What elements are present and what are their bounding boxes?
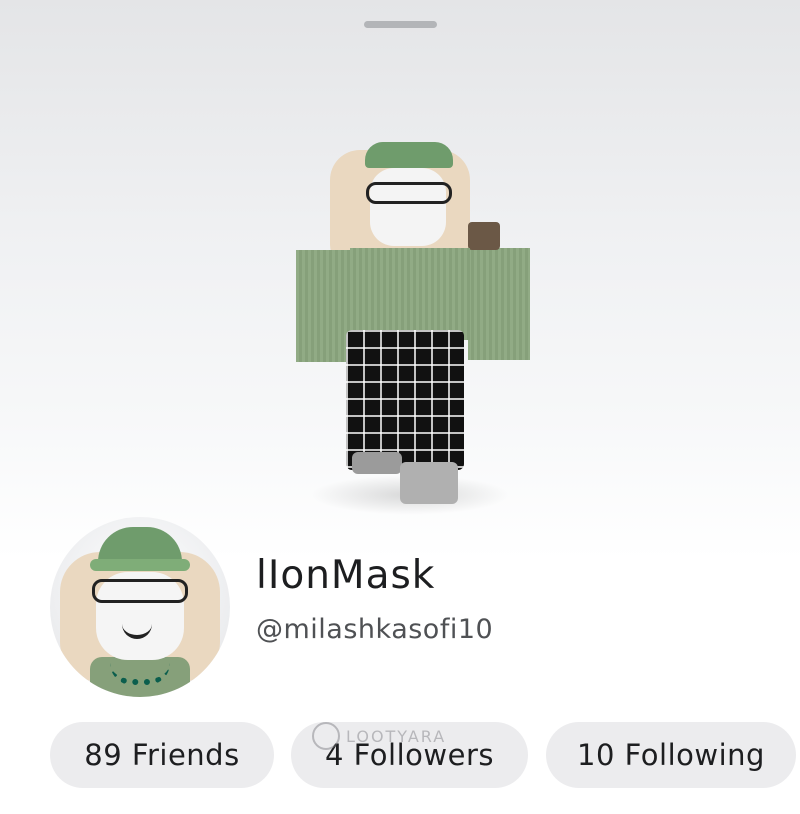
watermark: LOOTYARA bbox=[312, 722, 446, 750]
headshot-visor bbox=[90, 559, 190, 571]
figure-plant-pot bbox=[468, 222, 500, 250]
figure-left-shoe bbox=[352, 452, 402, 474]
watermark-logo-icon bbox=[312, 722, 340, 750]
following-count-button[interactable]: 10 Following bbox=[546, 722, 796, 788]
drag-handle[interactable] bbox=[364, 21, 437, 28]
figure-glasses bbox=[366, 182, 452, 204]
figure-torso bbox=[350, 248, 470, 340]
headshot-glasses bbox=[92, 579, 188, 603]
friends-count-button[interactable]: 89 Friends bbox=[50, 722, 274, 788]
avatar-headshot[interactable] bbox=[50, 517, 230, 697]
avatar-3d-figure[interactable] bbox=[270, 130, 550, 520]
figure-right-shoe bbox=[400, 462, 458, 504]
figure-cap bbox=[365, 142, 453, 168]
display-name: lIonMask bbox=[256, 553, 436, 598]
figure-plaid-pants bbox=[346, 330, 464, 470]
username: @milashkasofi10 bbox=[256, 614, 494, 645]
watermark-text: LOOTYARA bbox=[346, 726, 447, 746]
figure-right-arm bbox=[468, 248, 530, 360]
figure-head bbox=[370, 168, 446, 246]
avatar-showcase bbox=[0, 0, 800, 560]
